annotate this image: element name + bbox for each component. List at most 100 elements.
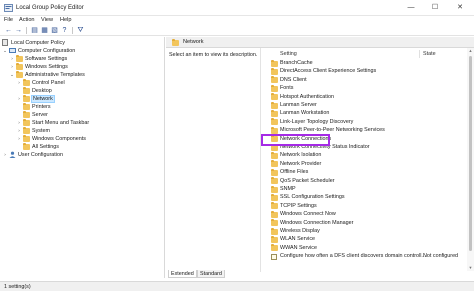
folder-icon [271,151,278,159]
list-item-wireless-display[interactable]: Wireless Display [261,227,474,235]
list-item-qos-packet-scheduler[interactable]: QoS Packet Scheduler [261,177,474,185]
highlight-annotation-box [261,134,330,146]
list-item-lanman-server[interactable]: Lanman Server [261,101,474,109]
list-item-configure-how-often-a-dfs-client-discove[interactable]: Configure how often a DFS client discove… [261,252,474,260]
scroll-thumb[interactable] [469,56,472,251]
list-item-label: BranchCache [280,60,313,66]
tree-item-label: System [32,128,50,134]
chevron-right-icon[interactable]: › [16,95,22,103]
list-item-label: Lanman Workstation [280,110,330,117]
folder-icon [271,67,278,75]
list-item-network-isolation[interactable]: Network Isolation [261,151,474,159]
list-item-label: TCPIP Settings [280,202,317,209]
list-item-ssl-configuration-settings[interactable]: SSL Configuration Settings [261,193,474,201]
tree-item-control-panel[interactable]: › Control Panel [16,79,162,87]
folder-icon [23,127,30,134]
folder-icon [16,55,23,62]
tab-standard[interactable]: Standard [197,270,225,278]
chevron-down-icon[interactable]: ⌄ [9,71,15,79]
column-separator[interactable] [419,50,420,58]
chevron-down-icon[interactable]: ⌄ [2,47,8,55]
close-button[interactable]: ✕ [448,0,472,16]
list-item-windows-connection-manager[interactable]: Windows Connection Manager [261,219,474,227]
list-item-label: Windows Connection Manager [280,219,354,226]
folder-icon [271,193,278,201]
help-icon[interactable]: ? [60,26,69,35]
column-header-setting[interactable]: Setting [280,50,297,58]
maximize-button[interactable]: ☐ [423,0,447,16]
folder-icon [271,93,278,101]
folder-icon [16,63,23,70]
setting-icon [271,253,277,260]
list-item-windows-connect-now[interactable]: Windows Connect Now [261,210,474,218]
list-item-label: SSL Configuration Settings [280,194,345,201]
tree-item-all-settings[interactable]: All Settings [16,143,162,151]
tree-item-server[interactable]: Server [16,111,162,119]
toolbar-separator [26,27,27,34]
list-item-offline-files[interactable]: Offline Files [261,168,474,176]
folder-icon [23,95,30,102]
tree-item-software-settings[interactable]: › Software Settings [9,55,162,63]
vertical-scrollbar[interactable]: ▲ ▼ [467,48,474,271]
list-item-label: Network Provider [280,160,322,167]
list-item-label: DirectAccess Client Experience Settings [280,68,377,75]
list-item-hotspot-authentication[interactable]: Hotspot Authentication [261,93,474,101]
tree-item-label: Desktop [32,88,52,94]
folder-icon [271,219,278,227]
list-item-dns-client[interactable]: DNS Client [261,76,474,84]
list-item-link-layer-topology-discovery[interactable]: Link-Layer Topology Discovery [261,118,474,126]
folder-icon [271,235,278,243]
list-item-branchcache[interactable]: BranchCache [261,59,474,67]
policy-icon [2,39,9,46]
export-list-icon[interactable]: ▧ [50,26,59,35]
tree-item-user-configuration[interactable]: › User Configuration [2,151,162,159]
list-item-directaccess-client-experience-settings[interactable]: DirectAccess Client Experience Settings [261,67,474,75]
list-item-lanman-workstation[interactable]: Lanman Workstation [261,109,474,117]
tab-extended[interactable]: Extended [168,270,197,278]
user-icon [9,151,16,158]
filter-icon[interactable]: ⛛ [76,26,85,35]
title-bar: Local Group Policy Editor — ☐ ✕ [0,0,474,16]
properties-icon[interactable]: ▦ [40,26,49,35]
tree-item-label: Windows Components [32,136,86,142]
chevron-right-icon[interactable]: › [9,63,15,71]
tree-item-desktop[interactable]: Desktop [16,87,162,95]
chevron-right-icon[interactable]: › [16,135,22,143]
folder-icon [23,135,30,142]
tree-item-start-menu-and-taskbar[interactable]: › Start Menu and Taskbar [16,119,162,127]
tree-item-label: Windows Settings [25,64,68,70]
folder-icon [23,79,30,86]
tree-item-system[interactable]: › System [16,127,162,135]
chevron-right-icon[interactable]: › [9,55,15,63]
list-item-tcpip-settings[interactable]: TCPIP Settings [261,202,474,210]
chevron-right-icon[interactable]: › [2,151,8,159]
list-item-snmp[interactable]: SNMP [261,185,474,193]
folder-icon [271,101,278,109]
details-pane: Network Select an item to view its descr… [166,37,474,278]
show-hide-tree-icon[interactable]: ▤ [30,26,39,35]
tree-item-windows-settings[interactable]: › Windows Settings [9,63,162,71]
back-arrow-icon[interactable]: ← [4,26,13,35]
list-item-wlan-service[interactable]: WLAN Service [261,235,474,243]
chevron-right-icon[interactable]: › [16,127,22,135]
tree-item-local-computer-policy[interactable]: Local Computer Policy [2,39,162,47]
chevron-right-icon[interactable]: › [16,119,22,127]
scroll-up-icon[interactable]: ▲ [467,48,474,54]
chevron-right-icon[interactable]: › [16,79,22,87]
menu-view[interactable]: View [41,16,53,25]
tree-item-windows-components[interactable]: › Windows Components [16,135,162,143]
list-item-fonts[interactable]: Fonts [261,84,474,92]
tree-item-computer-configuration[interactable]: ⌄ Computer Configuration [2,47,162,55]
forward-arrow-icon[interactable]: → [14,26,23,35]
minimize-button[interactable]: — [399,0,423,16]
menu-help[interactable]: Help [60,16,72,25]
tree-item-network[interactable]: › Network [16,95,162,103]
menu-action[interactable]: Action [19,16,35,25]
list-item-network-provider[interactable]: Network Provider [261,160,474,168]
tree-item-printers[interactable]: Printers [16,103,162,111]
list-item-wwan-service[interactable]: WWAN Service [261,244,474,252]
folder-icon [271,177,278,185]
column-header-state[interactable]: State [423,50,436,58]
tree-item-administrative-templates[interactable]: ⌄ Administrative Templates [9,71,162,79]
menu-file[interactable]: File [4,16,13,25]
